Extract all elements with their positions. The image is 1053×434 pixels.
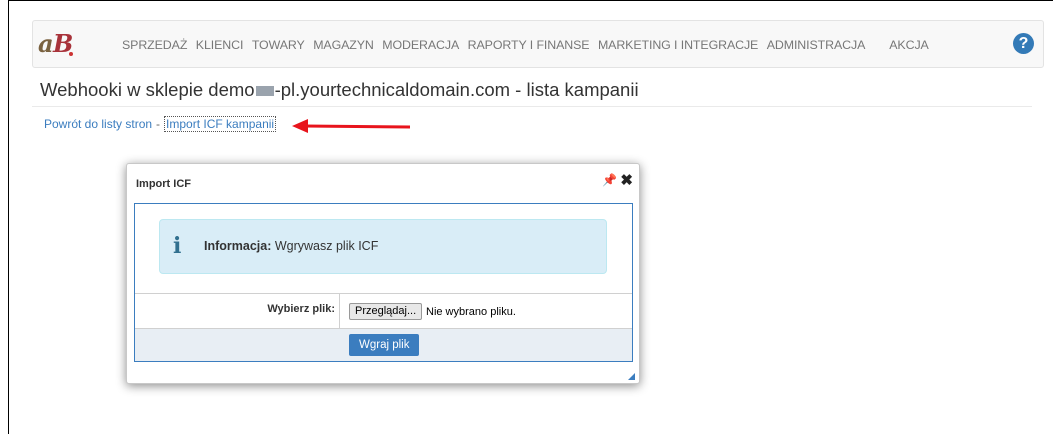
window-left-border: [8, 0, 9, 434]
breadcrumb: Powrót do listy stron - Import ICF kampani…: [44, 116, 277, 132]
page-frame: a B SPRZEDAŻ KLIENCI TOWARY MAGAZYN MODE…: [0, 0, 1053, 434]
annotation-arrow-breadcrumb: [292, 119, 411, 133]
browse-button[interactable]: Przeglądaj...: [349, 303, 423, 320]
resize-handle-icon[interactable]: [628, 373, 635, 380]
dialog-body: i Informacja: Wgrywasz plik ICF Wybierz …: [134, 203, 633, 362]
breadcrumb-separator: -: [156, 117, 161, 131]
menu-item-sprzedaz[interactable]: SPRZEDAŻ: [122, 38, 187, 52]
window-top-border: [8, 0, 1053, 1]
menu-item-towary[interactable]: TOWARY: [252, 38, 305, 52]
back-to-pages-link[interactable]: Powrót do listy stron: [44, 117, 152, 131]
main-menu: SPRZEDAŻ KLIENCI TOWARY MAGAZYN MODERACJ…: [122, 38, 937, 52]
upload-button[interactable]: Wgraj plik: [349, 334, 420, 356]
title-divider: [32, 106, 1032, 107]
menu-item-raporty[interactable]: RAPORTY I FINANSE: [468, 38, 590, 52]
top-navbar: a B SPRZEDAŻ KLIENCI TOWARY MAGAZYN MODE…: [32, 20, 1044, 68]
shop-logo-icon[interactable]: a B: [37, 28, 75, 58]
import-icf-dialog: Import ICF 📌 ✖ i Informacja: Wgrywasz pl…: [126, 163, 640, 384]
info-label: Informacja:: [204, 239, 272, 253]
info-icon: i: [173, 233, 182, 259]
no-file-text: Nie wybrano pliku.: [426, 306, 516, 318]
info-text: Wgrywasz plik ICF: [271, 239, 379, 253]
file-label: Wybierz plik:: [135, 294, 340, 328]
redacted-block: [255, 86, 274, 97]
dialog-title: Import ICF: [136, 178, 191, 190]
menu-item-magazyn[interactable]: MAGAZYN: [313, 38, 374, 52]
pin-icon[interactable]: 📌: [602, 173, 617, 187]
file-select-row: Wybierz plik: Przeglądaj... Nie wybrano …: [135, 293, 632, 328]
svg-text:a: a: [38, 29, 54, 58]
page-title: Webhooki w sklepie demo -pl.yourtechnical…: [40, 79, 639, 101]
import-icf-link[interactable]: Import ICF kampanii: [164, 116, 277, 132]
dialog-header[interactable]: Import ICF 📌 ✖: [127, 164, 639, 200]
page-title-prefix: Webhooki w sklepie demo: [40, 79, 255, 100]
help-icon[interactable]: ?: [1013, 33, 1034, 54]
close-icon[interactable]: ✖: [620, 171, 633, 189]
menu-item-administracja[interactable]: ADMINISTRACJA: [767, 38, 866, 52]
menu-item-marketing[interactable]: MARKETING I INTEGRACJE: [598, 38, 758, 52]
info-message: Informacja: Wgrywasz plik ICF: [204, 239, 378, 253]
info-alert: i Informacja: Wgrywasz plik ICF: [159, 219, 607, 274]
page-title-suffix: -pl.yourtechnicaldomain.com - lista kamp…: [274, 79, 639, 100]
dialog-footer: Wgraj plik: [135, 328, 632, 361]
menu-item-moderacja[interactable]: MODERACJA: [382, 38, 459, 52]
menu-item-akcja[interactable]: AKCJA: [889, 38, 929, 52]
menu-item-klienci[interactable]: KLIENCI: [196, 38, 244, 52]
